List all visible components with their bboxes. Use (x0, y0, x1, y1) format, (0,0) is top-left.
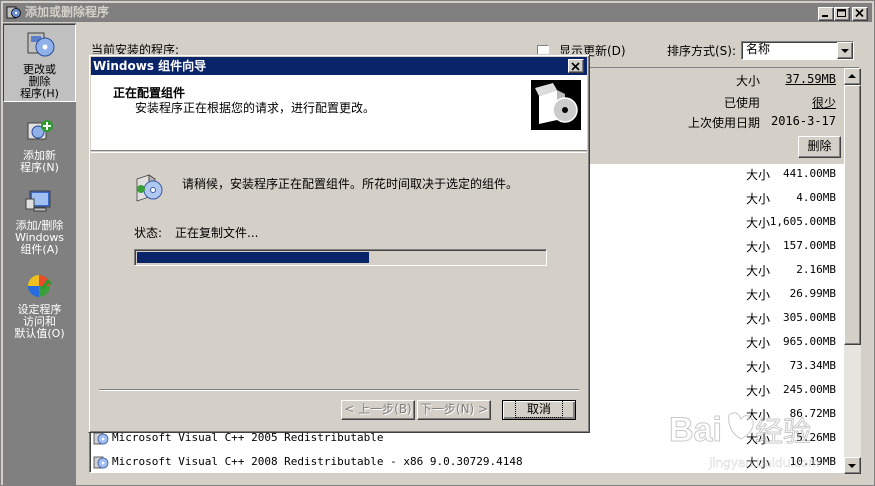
remove-button[interactable]: 删除 (798, 136, 841, 158)
program-name: Microsoft Visual C++ 2008 Redistributabl… (112, 455, 523, 468)
size-label: 大小 (746, 240, 771, 254)
size-value: 245.00MB (783, 383, 836, 396)
add-new-programs-icon (27, 120, 53, 140)
size-label: 大小 (746, 264, 771, 278)
svg-text:Bai: Bai (669, 411, 722, 449)
wizard-title-bar[interactable]: Windows 组件向导 (91, 57, 587, 75)
size-value: 305.00MB (783, 311, 836, 324)
wizard-message: 请稍候，安装程序正在配置组件。所花时间取决于选定的组件。 (182, 177, 519, 191)
window-title: 添加或删除程序 (25, 5, 110, 19)
sidebar: 更改或 删除 程序(H) 添加新 程序(N) 添加/删除 Windows 组件(… (3, 23, 76, 485)
wizard-title: Windows 组件向导 (93, 59, 207, 73)
header-separator (91, 152, 587, 153)
scroll-up-button[interactable] (844, 68, 861, 85)
sidebar-item-add-new-programs[interactable]: 添加新 程序(N) (3, 113, 76, 179)
size-value: 26.99MB (789, 287, 836, 300)
add-remove-programs-icon (6, 6, 21, 19)
sidebar-item-change-remove-programs[interactable]: 更改或 删除 程序(H) (3, 24, 76, 102)
sidebar-item-label: 程序(H) (20, 87, 59, 100)
last-used-value: 2016-3-17 (770, 114, 836, 128)
sort-select[interactable]: 名称 (741, 41, 854, 60)
footer-separator (99, 389, 579, 391)
status-value: 正在复制文件... (175, 226, 259, 240)
sidebar-item-label: 程序(N) (20, 161, 59, 174)
sidebar-item-label: 组件(A) (20, 243, 59, 256)
svg-text:jingyan.baidu.com: jingyan.baidu.com (708, 456, 820, 470)
used-label: 已使用 (723, 96, 760, 110)
change-remove-programs-icon (27, 32, 54, 57)
title-bar[interactable]: 添加或删除程序 (3, 3, 872, 22)
chevron-down-icon (841, 49, 849, 53)
size-value: 441.00MB (783, 167, 836, 180)
sidebar-item-windows-components[interactable]: 添加/删除 Windows 组件(A) (3, 183, 76, 259)
size-label: 大小 (746, 192, 771, 206)
cancel-button[interactable]: 取消 (502, 400, 576, 420)
minimize-icon (822, 15, 828, 17)
baidu-watermark: Bai 经验 jingyan.baidu.com (669, 411, 820, 471)
scroll-thumb[interactable] (844, 85, 861, 345)
back-button[interactable]: < 上一步(B) (341, 400, 415, 420)
sort-label: 排序方式(S): (667, 44, 737, 58)
wizard-header: 正在配置组件 安装程序正在根据您的请求，进行配置更改。 (91, 75, 587, 151)
program-access-defaults-icon (27, 275, 52, 297)
size-label: 大小 (746, 288, 771, 302)
installer-icon (93, 456, 109, 469)
size-label: 大小 (735, 74, 760, 88)
wizard-subheading: 安装程序正在根据您的请求，进行配置更改。 (135, 101, 376, 115)
size-value: 1,605.00MB (769, 215, 836, 228)
used-value[interactable]: 很少 (812, 94, 836, 111)
close-button[interactable] (852, 7, 868, 21)
size-value: 965.00MB (783, 335, 836, 348)
size-value: 4.00MB (796, 191, 836, 204)
close-icon (855, 9, 864, 18)
sidebar-item-label: 默认值(O) (14, 327, 65, 340)
size-label: 大小 (746, 360, 771, 374)
size-label: 大小 (746, 216, 771, 230)
software-box-cd-icon (531, 80, 581, 130)
windows-components-icon (25, 190, 50, 212)
size-value: 73.34MB (789, 359, 836, 372)
sort-value: 名称 (746, 42, 771, 56)
components-wizard-dialog: Windows 组件向导 正在配置组件 安装程序正在根据您的请求，进行配置更改。… (88, 54, 590, 433)
sort-dropdown-button[interactable] (837, 42, 853, 59)
progress-fill (137, 252, 369, 263)
cancel-label: 取消 (514, 400, 564, 418)
next-button[interactable]: 下一步(N) > (417, 400, 491, 420)
size-value: 2.16MB (796, 263, 836, 276)
install-cd-icon (136, 174, 163, 202)
size-label: 大小 (746, 384, 771, 398)
maximize-button[interactable] (834, 7, 850, 21)
sidebar-item-program-access-defaults[interactable]: 设定程序 访问和 默认值(O) (3, 267, 76, 340)
last-used-label: 上次使用日期 (687, 116, 760, 130)
progress-bar (134, 249, 547, 266)
maximize-icon (837, 9, 846, 17)
status-label: 状态: (134, 226, 163, 240)
svg-text:经验: 经验 (755, 415, 811, 448)
wizard-close-button[interactable] (568, 59, 584, 73)
size-value: 37.59MB (785, 72, 836, 86)
minimize-button[interactable] (818, 7, 834, 21)
close-icon (571, 62, 580, 71)
scroll-up-icon (848, 74, 856, 78)
size-label: 大小 (746, 336, 771, 350)
size-label: 大小 (746, 168, 771, 182)
size-value: 157.00MB (783, 239, 836, 252)
size-label: 大小 (746, 312, 771, 326)
